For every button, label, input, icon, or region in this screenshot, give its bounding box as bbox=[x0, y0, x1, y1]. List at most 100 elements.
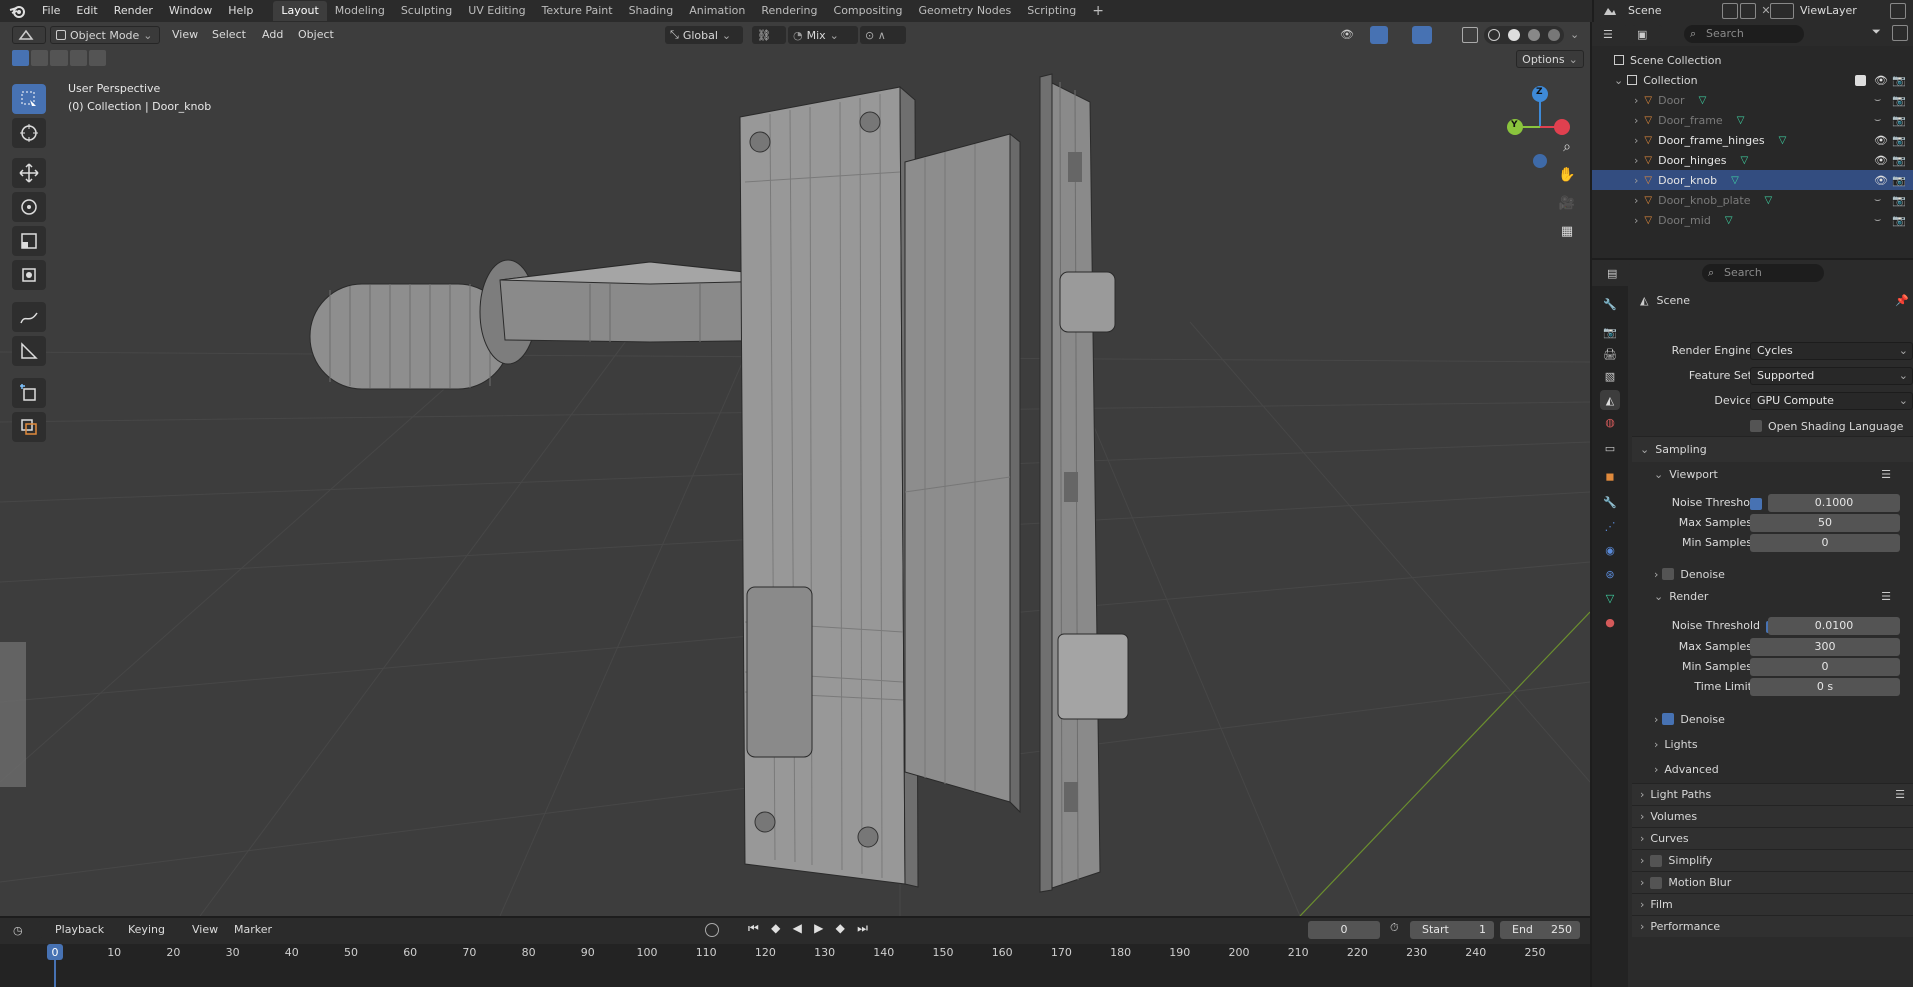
outliner-item-row[interactable]: › ▽ Door_mid ▽ ⌣ 📷 bbox=[1592, 210, 1913, 230]
start-frame-field[interactable]: Start 1 bbox=[1410, 921, 1494, 939]
pin-icon[interactable]: 📌 bbox=[1895, 294, 1909, 307]
visibility-dropdown[interactable]: 👁 bbox=[1340, 28, 1368, 44]
vp-noise-threshold-checkbox[interactable] bbox=[1750, 498, 1762, 510]
data-tab-icon[interactable]: ▽ bbox=[1600, 588, 1620, 608]
viewport-menu-object[interactable]: Object bbox=[298, 26, 334, 44]
display-mode-icon[interactable]: ▣ bbox=[1632, 25, 1662, 43]
workspace-tab-animation[interactable]: Animation bbox=[681, 1, 753, 21]
jump-end-icon[interactable]: ⏭ bbox=[857, 921, 868, 939]
chevron-down-icon[interactable]: ⌄ bbox=[1614, 74, 1623, 87]
outliner-item-row[interactable]: › ▽ Door_frame ▽ ⌣ 📷 bbox=[1592, 110, 1913, 130]
viewport-subpanel-header[interactable]: ⌄ Viewport ☰ bbox=[1632, 463, 1913, 485]
auto-keying-icon[interactable] bbox=[705, 923, 719, 937]
panel-header-simplify[interactable]: › Simplify bbox=[1632, 849, 1913, 871]
move-tool[interactable] bbox=[12, 158, 46, 188]
panel-enable-checkbox[interactable] bbox=[1650, 876, 1663, 889]
duplicate-tool[interactable] bbox=[12, 412, 46, 442]
menu-window[interactable]: Window bbox=[161, 0, 220, 22]
eye-closed-icon[interactable]: ⌣ bbox=[1874, 193, 1881, 207]
camera-icon[interactable]: 📷 bbox=[1892, 174, 1906, 187]
view-layer-tab-icon[interactable]: ▧ bbox=[1600, 366, 1620, 386]
workspace-tab-modeling[interactable]: Modeling bbox=[327, 1, 393, 21]
camera-icon[interactable]: 📷 bbox=[1892, 214, 1906, 227]
timeline-menu-marker[interactable]: Marker bbox=[234, 921, 272, 939]
panel-header-performance[interactable]: › Performance bbox=[1632, 915, 1913, 937]
presets-list-icon[interactable]: ☰ bbox=[1881, 590, 1891, 603]
snap-dropdown[interactable]: ◔ Mix ⌄ bbox=[788, 26, 858, 44]
camera-icon[interactable]: 📷 bbox=[1892, 74, 1906, 87]
scene-icon[interactable] bbox=[1598, 2, 1624, 20]
rotate-tool[interactable] bbox=[12, 192, 46, 222]
outliner-item-row[interactable]: › ▽ Door_frame_hinges ▽ 👁 📷 bbox=[1592, 130, 1913, 150]
panel-enable-checkbox[interactable] bbox=[1650, 854, 1663, 867]
scale-tool[interactable] bbox=[12, 226, 46, 256]
overlay-toggle[interactable] bbox=[1412, 26, 1432, 44]
eye-icon[interactable]: 👁 bbox=[1874, 154, 1888, 167]
select-box-tool[interactable] bbox=[12, 84, 46, 114]
select-invert-icon[interactable] bbox=[69, 50, 87, 66]
outliner-item-row[interactable]: › ▽ Door ▽ ⌣ 📷 bbox=[1592, 90, 1913, 110]
eye-closed-icon[interactable]: ⌣ bbox=[1874, 93, 1881, 107]
collection-checkbox[interactable] bbox=[1855, 74, 1866, 86]
viewport-menu-select[interactable]: Select bbox=[212, 26, 246, 44]
play-icon[interactable]: ▶ bbox=[814, 921, 823, 939]
vp-denoise-subpanel-header[interactable]: › Denoise bbox=[1632, 563, 1913, 585]
zoom-icon[interactable]: ⌕ bbox=[1554, 134, 1580, 160]
feature-set-dropdown[interactable]: Supported ⌄ bbox=[1750, 367, 1913, 385]
view-layer-icon[interactable] bbox=[1770, 3, 1794, 19]
osl-row[interactable]: Open Shading Language bbox=[1750, 416, 1903, 436]
r-max-samples-field[interactable]: 300 bbox=[1750, 638, 1900, 656]
vp-min-samples-field[interactable]: 0 bbox=[1750, 534, 1900, 552]
eye-icon[interactable]: 👁 bbox=[1874, 174, 1888, 187]
vp-noise-threshold-field[interactable]: 0.1000 bbox=[1768, 494, 1900, 512]
vp-max-samples-field[interactable]: 50 bbox=[1750, 514, 1900, 532]
panel-header-light-paths[interactable]: › Light Paths ☰ bbox=[1632, 783, 1913, 805]
transform-tool[interactable] bbox=[12, 260, 46, 290]
outliner-search-input[interactable]: ⌕ Search bbox=[1684, 25, 1804, 43]
editor-type-dropdown[interactable] bbox=[12, 26, 46, 44]
osl-checkbox[interactable] bbox=[1750, 420, 1762, 432]
menu-file[interactable]: File bbox=[34, 0, 68, 22]
workspace-tab-texture-paint[interactable]: Texture Paint bbox=[534, 1, 621, 21]
pan-hand-icon[interactable]: ✋ bbox=[1554, 162, 1580, 188]
workspace-tab-sculpting[interactable]: Sculpting bbox=[393, 1, 460, 21]
annotate-tool[interactable] bbox=[12, 302, 46, 332]
select-subtract-icon[interactable] bbox=[50, 50, 68, 66]
prev-keyframe-icon[interactable]: ◆ bbox=[771, 921, 780, 939]
preview-range-icon[interactable]: ⏱ bbox=[1390, 921, 1399, 935]
pivot-point-dropdown[interactable]: ⛓ bbox=[752, 26, 786, 44]
timeline-editor-type-dropdown[interactable]: ◷ bbox=[8, 921, 42, 939]
next-keyframe-icon[interactable]: ◆ bbox=[836, 921, 845, 939]
device-dropdown[interactable]: GPU Compute ⌄ bbox=[1750, 392, 1913, 410]
sampling-panel-header[interactable]: ⌄ Sampling bbox=[1632, 436, 1913, 462]
new-collection-icon[interactable] bbox=[1892, 25, 1908, 41]
panel-header-volumes[interactable]: › Volumes bbox=[1632, 805, 1913, 827]
shading-options-chevron-icon[interactable]: ⌄ bbox=[1570, 28, 1579, 41]
particles-tab-icon[interactable]: ⋰ bbox=[1600, 516, 1620, 536]
panel-header-curves[interactable]: › Curves bbox=[1632, 827, 1913, 849]
render-subpanel-header[interactable]: ⌄ Render ☰ bbox=[1632, 585, 1913, 607]
chevron-right-icon[interactable]: › bbox=[1634, 154, 1638, 167]
eye-closed-icon[interactable]: ⌣ bbox=[1874, 213, 1881, 227]
advanced-subpanel-header[interactable]: › Advanced bbox=[1632, 758, 1913, 780]
options-dropdown[interactable]: Options ⌄ bbox=[1516, 50, 1584, 68]
lights-subpanel-header[interactable]: › Lights bbox=[1632, 733, 1913, 755]
current-frame-field[interactable]: 0 bbox=[1308, 921, 1380, 939]
material-tab-icon[interactable]: ● bbox=[1600, 612, 1620, 632]
measure-tool[interactable] bbox=[12, 336, 46, 366]
chevron-right-icon[interactable]: › bbox=[1634, 174, 1638, 187]
workspace-tab-geometry-nodes[interactable]: Geometry Nodes bbox=[910, 1, 1019, 21]
vp-denoise-checkbox[interactable] bbox=[1662, 568, 1675, 580]
new-view-layer-icon[interactable] bbox=[1890, 3, 1906, 19]
r-denoise-subpanel-header[interactable]: › Denoise bbox=[1632, 708, 1913, 730]
outliner-editor-type-icon[interactable]: ☰ bbox=[1598, 25, 1628, 43]
outliner-item-row[interactable]: › ▽ Door_knob ▽ 👁 📷 bbox=[1592, 170, 1913, 190]
end-frame-field[interactable]: End 250 bbox=[1500, 921, 1580, 939]
chevron-right-icon[interactable]: › bbox=[1634, 134, 1638, 147]
xray-toggle[interactable] bbox=[1462, 27, 1478, 43]
workspace-tab-shading[interactable]: Shading bbox=[621, 1, 682, 21]
properties-search-input[interactable]: ⌕ Search bbox=[1702, 264, 1824, 282]
wireframe-shading-icon[interactable] bbox=[1488, 29, 1500, 41]
outliner-item-row[interactable]: › ▽ Door_knob_plate ▽ ⌣ 📷 bbox=[1592, 190, 1913, 210]
presets-list-icon[interactable]: ☰ bbox=[1881, 468, 1891, 481]
